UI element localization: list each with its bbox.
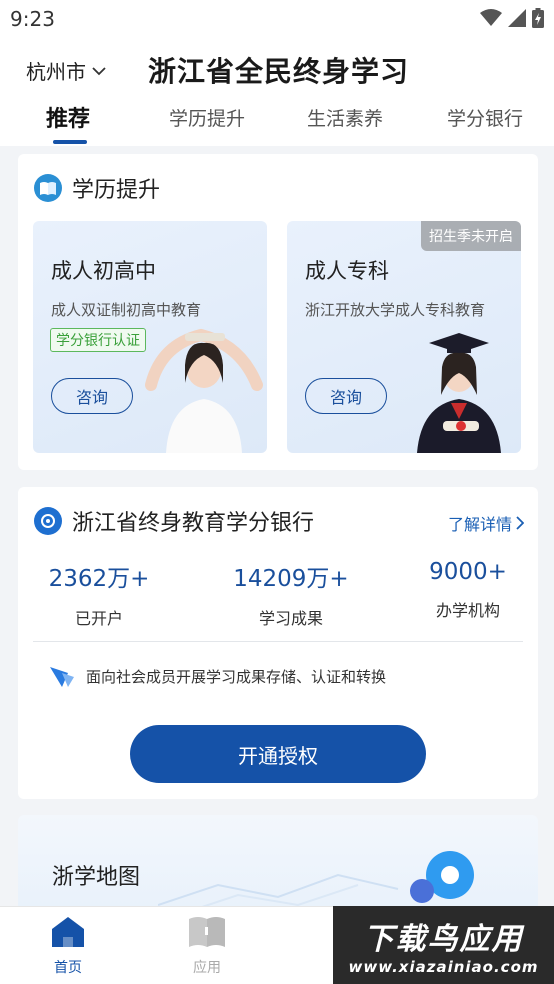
stats-row: 2362万+ 已开户 14209万+ 学习成果 9000+ 办学机构 (18, 559, 538, 629)
map-pin-icon (410, 851, 474, 903)
battery-icon (532, 8, 544, 28)
consult-button[interactable]: 咨询 (51, 378, 133, 414)
map-title: 浙学地图 (52, 865, 141, 890)
nav-home[interactable]: 首页 (33, 915, 103, 977)
stat-achievements: 14209万+ 学习成果 (226, 559, 356, 629)
adult-college-card[interactable]: 招生季未开启 成人专科 浙江开放大学成人专科教育 咨询 (287, 221, 521, 453)
stat-label: 学习成果 (258, 609, 323, 628)
education-card: 学历提升 成人初高中 成人双证制初高中教育 学分银行认证 咨询 招生季未开启 成… (18, 154, 538, 470)
watermark-main: 下载鸟应用 (363, 922, 524, 957)
nav-apps[interactable]: 应用 (172, 915, 242, 977)
megaphone-icon (50, 667, 74, 687)
chevron-right-icon (516, 516, 524, 530)
city-selector[interactable]: 杭州市 (26, 56, 106, 85)
education-title-text: 学历提升 (72, 178, 161, 203)
page-title: 浙江省全民终身学习 (148, 55, 410, 88)
stat-institutions: 9000+ 办学机构 (422, 559, 514, 621)
open-authorization-button[interactable]: 开通授权 (130, 725, 426, 783)
wifi-icon (480, 9, 502, 26)
status-time: 9:23 (10, 7, 55, 31)
watermark-url: www.xiazainiao.com (348, 958, 539, 976)
signal-icon (508, 9, 526, 27)
tab-recommend[interactable]: 推荐 (46, 101, 90, 133)
learn-more-link[interactable]: 了解详情 (448, 511, 524, 535)
course-desc: 成人双证制初高中教育 (51, 301, 202, 319)
app-header: 杭州市 浙江省全民终身学习 推荐 学历提升 生活素养 学分银行 (0, 36, 554, 146)
tab-bar: 推荐 学历提升 生活素养 学分银行 (0, 104, 554, 146)
tab-credit-bank[interactable]: 学分银行 (447, 104, 523, 131)
active-tab-indicator (53, 140, 87, 144)
book-open-icon (189, 917, 225, 947)
stat-value: 2362万+ (48, 566, 150, 592)
enrollment-status-tag: 招生季未开启 (421, 221, 521, 251)
nav-apps-label: 应用 (193, 960, 221, 976)
home-icon (52, 917, 84, 947)
status-icons (480, 8, 544, 28)
adult-highschool-card[interactable]: 成人初高中 成人双证制初高中教育 学分银行认证 咨询 (33, 221, 267, 453)
stat-label: 办学机构 (435, 601, 500, 620)
credit-bank-title-text: 浙江省终身教育学分银行 (72, 511, 315, 536)
student-photo (145, 328, 263, 453)
graduate-photo (417, 333, 501, 453)
stat-label: 已开户 (74, 609, 123, 628)
credit-bank-note: 面向社会成员开展学习成果存储、认证和转换 (48, 663, 386, 689)
stat-value: 9000+ (429, 559, 507, 585)
book-icon (34, 174, 62, 202)
stat-accounts: 2362万+ 已开户 (44, 559, 154, 629)
tab-education[interactable]: 学历提升 (169, 104, 245, 131)
course-name: 成人初高中 (51, 259, 156, 283)
credit-bank-icon (34, 507, 62, 535)
watermark-logo: 下载鸟应用 www.xiazainiao.com (333, 906, 554, 984)
learn-more-text: 了解详情 (447, 515, 512, 534)
education-section-title: 学历提升 (34, 172, 160, 204)
chevron-down-icon (92, 66, 106, 75)
credit-bank-section-title: 浙江省终身教育学分银行 (34, 505, 314, 537)
note-text: 面向社会成员开展学习成果存储、认证和转换 (86, 667, 387, 686)
stat-value: 14209万+ (233, 566, 349, 592)
nav-home-label: 首页 (54, 960, 82, 976)
tab-life-literacy[interactable]: 生活素养 (307, 104, 383, 131)
divider (33, 641, 523, 642)
credit-bank-card: 浙江省终身教育学分银行 了解详情 2362万+ 已开户 14209万+ 学习成果… (18, 487, 538, 799)
credit-certified-badge: 学分银行认证 (50, 328, 146, 352)
consult-button[interactable]: 咨询 (305, 378, 387, 414)
city-label: 杭州市 (26, 60, 86, 84)
course-name: 成人专科 (305, 259, 389, 283)
zhexue-map-card[interactable]: 浙学地图 (18, 815, 538, 915)
status-bar: 9:23 (0, 0, 554, 36)
course-desc: 浙江开放大学成人专科教育 (305, 301, 486, 319)
